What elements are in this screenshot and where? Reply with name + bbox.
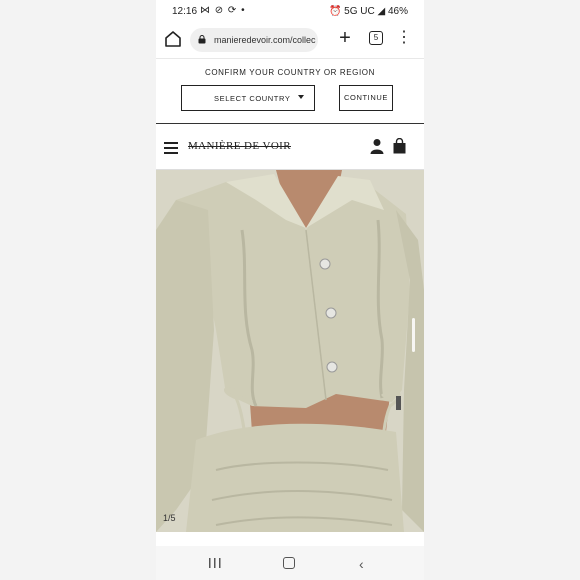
hamburger-menu-icon[interactable] bbox=[164, 142, 178, 154]
browser-menu-button[interactable]: ⋮ bbox=[396, 28, 412, 50]
account-icon[interactable] bbox=[370, 138, 384, 154]
page-footer-strip bbox=[156, 532, 424, 546]
dropdown-caret-icon bbox=[298, 95, 304, 99]
site-header: MANIÈRE DE VOIR bbox=[156, 124, 424, 170]
android-nav-bar: ‹ bbox=[156, 546, 424, 580]
country-select-label: SELECT COUNTRY bbox=[214, 94, 291, 103]
product-photo-illustration bbox=[156, 170, 424, 532]
home-icon[interactable] bbox=[164, 30, 182, 48]
status-right-indicators: ⏰ 5G UC ◢ 46% bbox=[328, 6, 408, 17]
country-banner-title: CONFIRM YOUR COUNTRY OR REGION bbox=[204, 68, 375, 77]
new-tab-button[interactable]: + bbox=[334, 28, 356, 50]
product-image[interactable]: 1/5 bbox=[156, 170, 424, 532]
image-counter: 1/5 bbox=[163, 513, 176, 523]
brand-logo[interactable]: MANIÈRE DE VOIR bbox=[188, 140, 291, 152]
browser-toolbar: manieredevoir.com/collec + 5 ⋮ bbox=[156, 24, 424, 58]
home-nav-icon[interactable] bbox=[283, 557, 295, 569]
shopping-bag-icon[interactable] bbox=[393, 138, 406, 154]
country-select-dropdown[interactable]: SELECT COUNTRY bbox=[181, 85, 315, 111]
back-nav-icon[interactable]: ‹ bbox=[359, 556, 364, 572]
recent-apps-icon[interactable] bbox=[208, 558, 222, 568]
status-bar: 12:16 ⋈ ⊘ ⟳ • ⏰ 5G UC ◢ 46% bbox=[156, 0, 424, 24]
lock-icon bbox=[198, 35, 206, 44]
phone-screen: 12:16 ⋈ ⊘ ⟳ • ⏰ 5G UC ◢ 46% manieredevoi… bbox=[156, 0, 424, 580]
continue-button[interactable]: CONTINUE bbox=[339, 85, 393, 111]
page-scrollbar[interactable] bbox=[412, 318, 415, 352]
country-selector-banner: CONFIRM YOUR COUNTRY OR REGION SELECT CO… bbox=[156, 58, 424, 122]
url-field[interactable]: manieredevoir.com/collec bbox=[190, 28, 318, 52]
tab-switcher-button[interactable]: 5 bbox=[369, 31, 383, 45]
status-notification-icons: ⋈ ⊘ ⟳ • bbox=[200, 5, 246, 16]
status-time: 12:16 bbox=[172, 6, 198, 17]
